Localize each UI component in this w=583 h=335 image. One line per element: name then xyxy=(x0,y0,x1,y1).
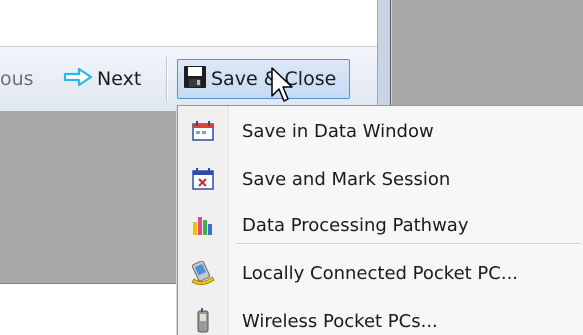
wireless-device-icon xyxy=(178,308,228,334)
menu-item-save-in-data-window[interactable]: Save in Data Window xyxy=(178,109,583,153)
menu-item-data-processing-pathway[interactable]: Data Processing Pathway xyxy=(178,203,583,247)
bottom-area xyxy=(0,284,177,335)
menu-item-label: Data Processing Pathway xyxy=(242,214,469,236)
save-close-button[interactable]: Save & Close xyxy=(177,59,350,99)
menu-item-wireless-pocket-pcs[interactable]: Wireless Pocket PCs... xyxy=(178,299,583,335)
save-close-dropdown-menu: Save in Data Window Save and Mark Sessio… xyxy=(177,105,583,335)
content-area xyxy=(0,111,177,283)
mouse-cursor-icon xyxy=(271,67,293,102)
next-button[interactable]: Next xyxy=(63,61,141,97)
calendar-mark-icon xyxy=(178,168,228,190)
previous-button[interactable]: ous xyxy=(0,61,34,97)
pocket-pc-cradle-icon xyxy=(178,261,228,285)
menu-item-label: Save and Mark Session xyxy=(242,168,451,190)
menu-item-label: Save in Data Window xyxy=(242,120,434,142)
bar-chart-icon xyxy=(178,214,228,236)
toolbar: ous Next Save & Close xyxy=(0,46,377,112)
arrow-right-icon xyxy=(63,67,93,92)
floppy-disk-icon xyxy=(183,65,207,94)
menu-item-save-and-mark-session[interactable]: Save and Mark Session xyxy=(178,157,583,201)
menu-item-locally-connected-pocket-pc[interactable]: Locally Connected Pocket PC... xyxy=(178,251,583,295)
toolbar-separator xyxy=(166,57,168,101)
top-area xyxy=(0,0,380,42)
app-window: ous Next Save & Close Save in Data Windo… xyxy=(0,0,583,335)
menu-item-label: Locally Connected Pocket PC... xyxy=(242,262,519,284)
menu-item-label: Wireless Pocket PCs... xyxy=(242,310,438,332)
calendar-icon xyxy=(178,121,228,141)
previous-label: ous xyxy=(0,68,34,90)
next-label: Next xyxy=(97,68,142,90)
menu-separator xyxy=(236,243,581,245)
